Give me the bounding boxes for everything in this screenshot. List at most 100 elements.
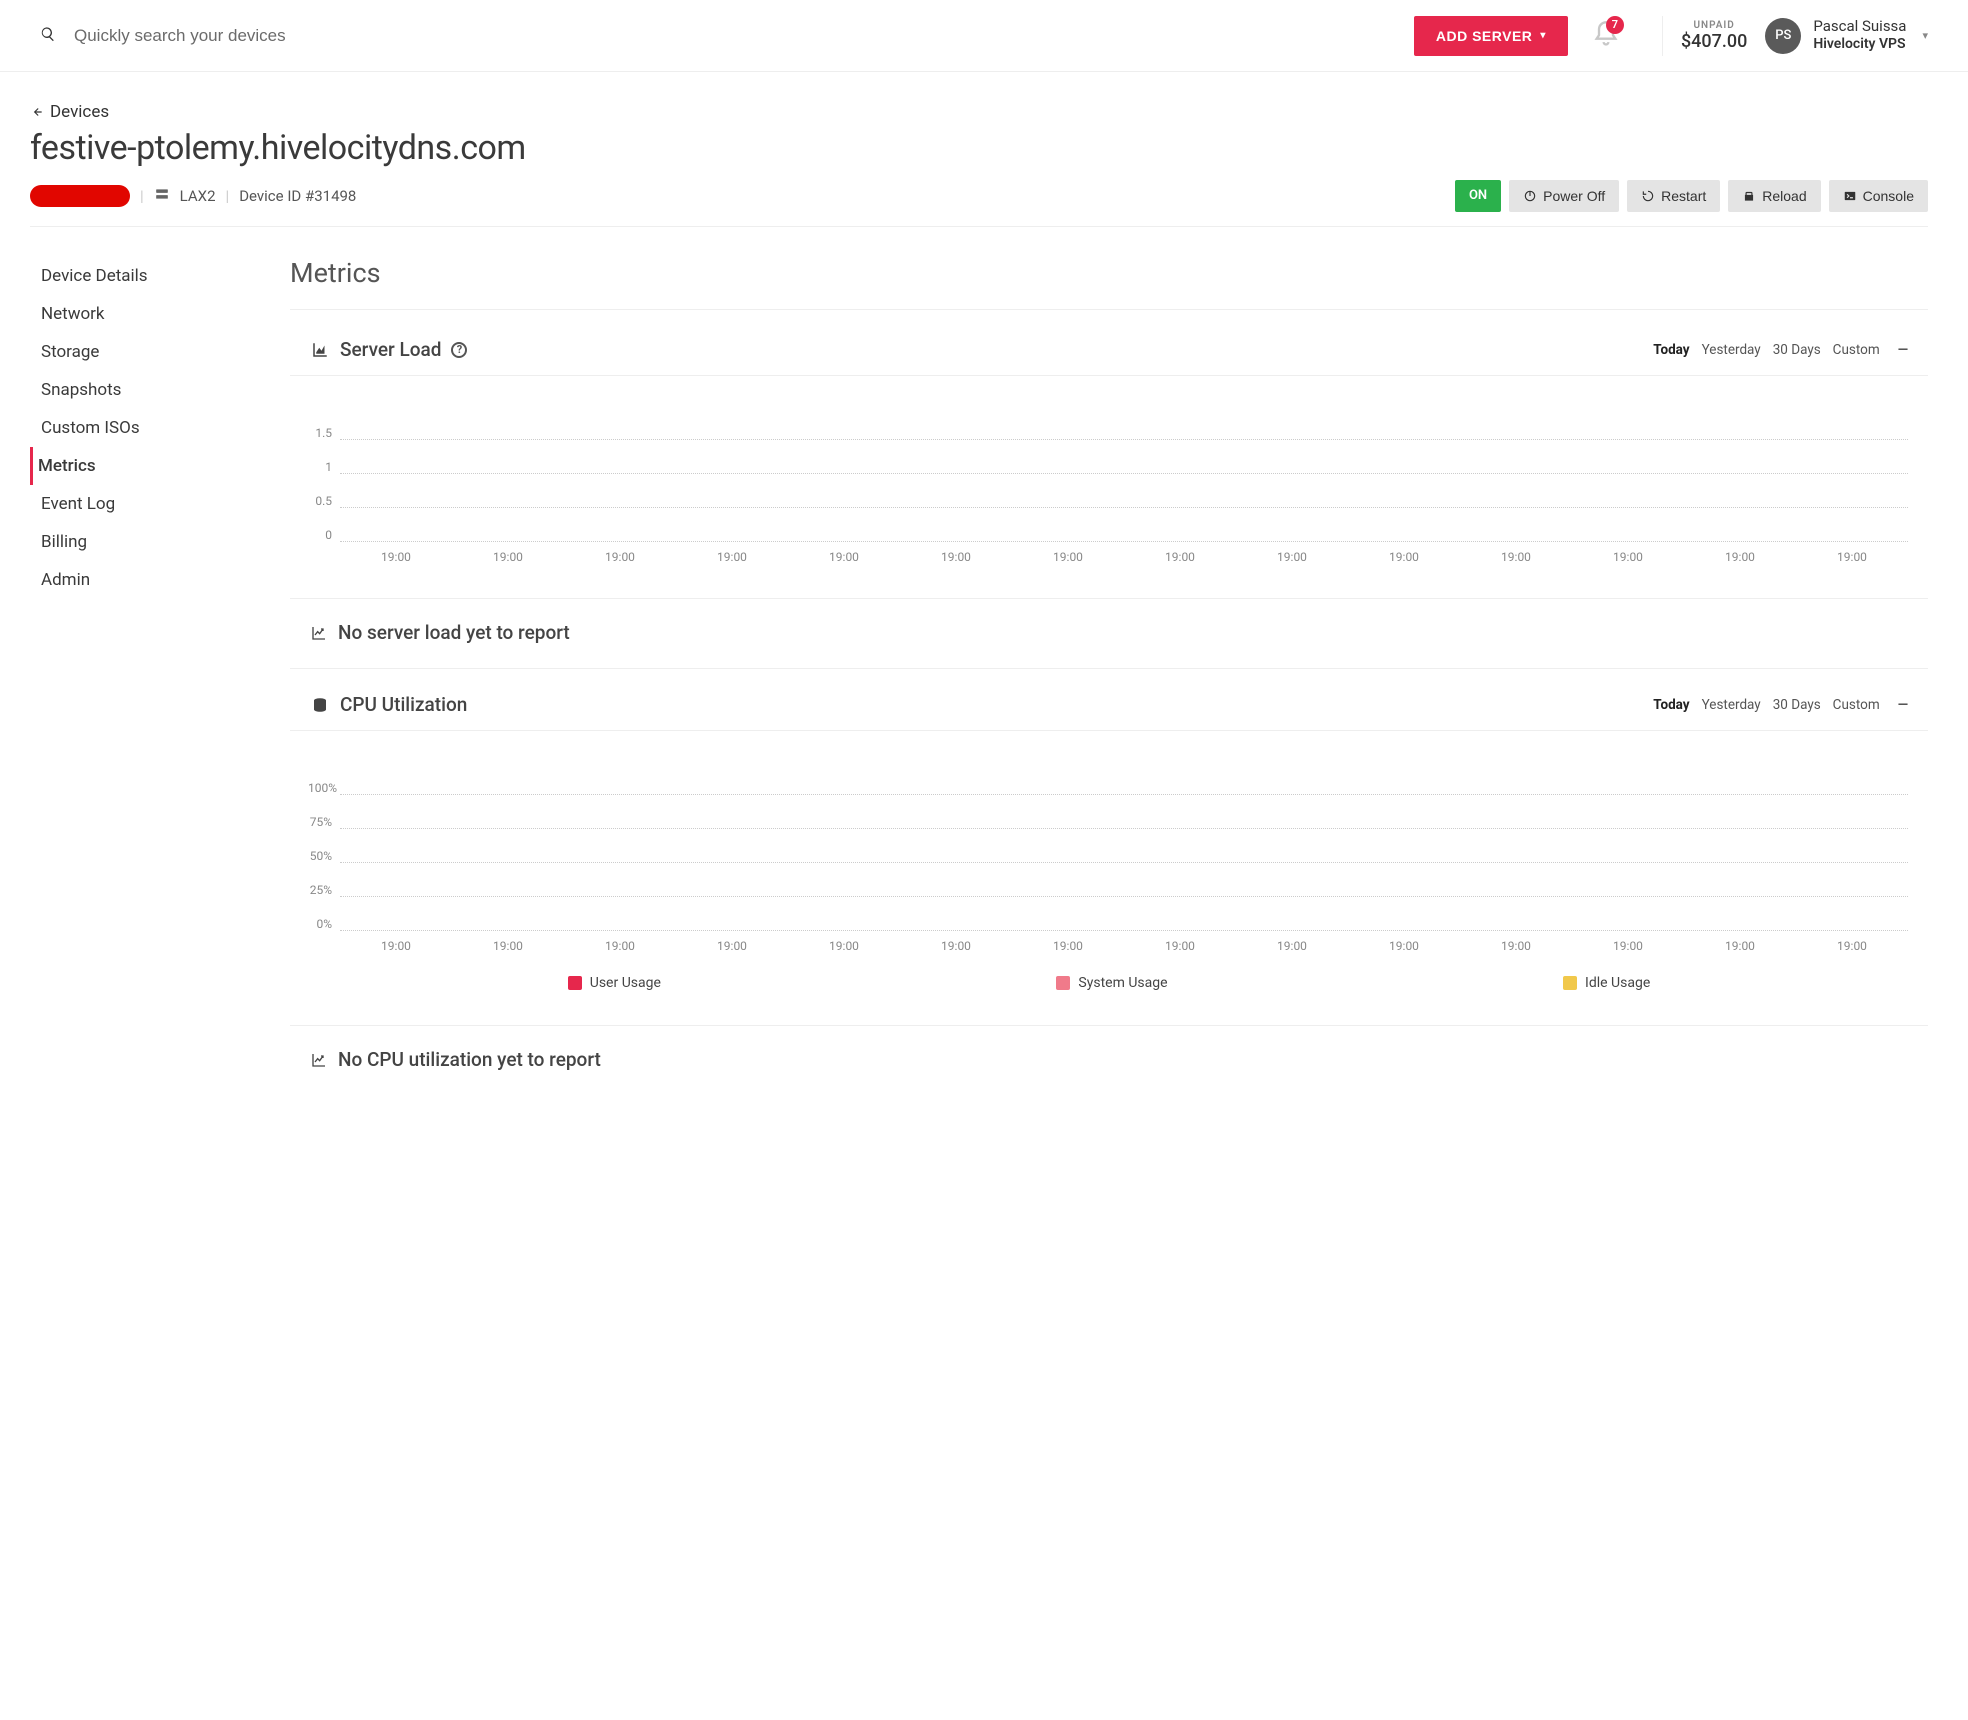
x-tick-label: 19:00 bbox=[1348, 939, 1460, 953]
range-tabs: Today Yesterday 30 Days Custom — bbox=[1653, 697, 1908, 713]
title-row: | LAX2 | Device ID #31498 ON Power Off R… bbox=[30, 180, 1928, 227]
console-button[interactable]: Console bbox=[1829, 180, 1928, 212]
no-data-cpu: No CPU utilization yet to report bbox=[290, 1026, 1928, 1081]
sidebar-item-network[interactable]: Network bbox=[30, 295, 250, 333]
restart-label: Restart bbox=[1661, 188, 1706, 204]
range-tab-today[interactable]: Today bbox=[1653, 342, 1689, 358]
collapse-icon[interactable]: — bbox=[1898, 342, 1908, 358]
metric-server-load: Server Load ? Today Yesterday 30 Days Cu… bbox=[290, 338, 1928, 599]
chart-server-load: 1.510.50 19:0019:0019:0019:0019:0019:001… bbox=[290, 376, 1928, 574]
sidebar-item-event-log[interactable]: Event Log bbox=[30, 485, 250, 523]
sidebar-item-metrics[interactable]: Metrics bbox=[30, 447, 250, 485]
x-tick-label: 19:00 bbox=[1012, 550, 1124, 564]
legend-item: Idle Usage bbox=[1563, 975, 1650, 991]
range-tab-today[interactable]: Today bbox=[1653, 697, 1689, 713]
y-tick-label: 0.5 bbox=[308, 494, 340, 508]
y-tick-label: 50% bbox=[308, 849, 340, 863]
range-tab-30days[interactable]: 30 Days bbox=[1773, 697, 1821, 713]
database-icon bbox=[310, 696, 330, 714]
x-tick-label: 19:00 bbox=[1572, 939, 1684, 953]
x-tick-label: 19:00 bbox=[788, 939, 900, 953]
sidebar-item-storage[interactable]: Storage bbox=[30, 333, 250, 371]
metric-header: CPU Utilization Today Yesterday 30 Days … bbox=[290, 669, 1928, 731]
metric-title-text: Server Load bbox=[340, 338, 441, 361]
breadcrumb-back[interactable]: Devices bbox=[30, 102, 1928, 122]
range-tab-custom[interactable]: Custom bbox=[1833, 342, 1880, 358]
x-tick-label: 19:00 bbox=[900, 939, 1012, 953]
add-server-button[interactable]: ADD SERVER ▾ bbox=[1414, 16, 1568, 56]
x-tick-label: 19:00 bbox=[340, 550, 452, 564]
no-data-text: No CPU utilization yet to report bbox=[338, 1048, 601, 1071]
y-tick-label: 75% bbox=[308, 815, 340, 829]
legend-swatch bbox=[1056, 976, 1070, 990]
no-data-server-load: No server load yet to report bbox=[290, 599, 1928, 669]
chart-legend: User Usage System Usage Idle Usage bbox=[310, 975, 1908, 991]
x-tick-label: 19:00 bbox=[340, 939, 452, 953]
no-data-text: No server load yet to report bbox=[338, 621, 570, 644]
power-off-label: Power Off bbox=[1543, 188, 1605, 204]
line-chart-icon bbox=[310, 625, 328, 641]
chart-gridline: 75% bbox=[340, 795, 1908, 829]
user-menu[interactable]: PS Pascal Suissa Hivelocity VPS ▾ bbox=[1765, 17, 1928, 53]
sidebar-item-snapshots[interactable]: Snapshots bbox=[30, 371, 250, 409]
add-server-label: ADD SERVER bbox=[1436, 28, 1533, 44]
x-tick-label: 19:00 bbox=[1236, 550, 1348, 564]
y-tick-label: 0% bbox=[308, 917, 340, 931]
sidebar-item-billing[interactable]: Billing bbox=[30, 523, 250, 561]
range-tab-custom[interactable]: Custom bbox=[1833, 697, 1880, 713]
legend-label: System Usage bbox=[1078, 975, 1167, 991]
sidebar: Device Details Network Storage Snapshots… bbox=[30, 257, 250, 1081]
range-tab-yesterday[interactable]: Yesterday bbox=[1702, 342, 1761, 358]
x-tick-label: 19:00 bbox=[452, 939, 564, 953]
chart-gridline: 0 bbox=[340, 508, 1908, 542]
restart-button[interactable]: Restart bbox=[1627, 180, 1720, 212]
y-tick-label: 1 bbox=[308, 460, 340, 474]
metric-title-text: CPU Utilization bbox=[340, 693, 467, 716]
unpaid-label: UNPAID bbox=[1681, 20, 1747, 31]
chart-gridline: 0.5 bbox=[340, 474, 1908, 508]
power-off-button[interactable]: Power Off bbox=[1509, 180, 1619, 212]
x-tick-label: 19:00 bbox=[1460, 550, 1572, 564]
chart-gridline: 100% bbox=[340, 761, 1908, 795]
notification-badge: 7 bbox=[1606, 16, 1624, 34]
device-location: LAX2 bbox=[180, 187, 216, 205]
x-tick-label: 19:00 bbox=[1572, 550, 1684, 564]
device-meta: | LAX2 | Device ID #31498 bbox=[30, 185, 356, 207]
search-icon[interactable] bbox=[40, 26, 56, 46]
device-title: festive-ptolemy.hivelocitydns.com bbox=[30, 128, 1928, 168]
legend-item: User Usage bbox=[568, 975, 661, 991]
chart-gridline: 1.5 bbox=[340, 406, 1908, 440]
search-wrap bbox=[40, 26, 1414, 46]
legend-swatch bbox=[568, 976, 582, 990]
device-tag-pill bbox=[30, 185, 130, 207]
x-tick-label: 19:00 bbox=[1124, 550, 1236, 564]
separator: | bbox=[226, 187, 230, 205]
server-icon bbox=[154, 187, 170, 205]
range-tab-yesterday[interactable]: Yesterday bbox=[1702, 697, 1761, 713]
range-tab-30days[interactable]: 30 Days bbox=[1773, 342, 1821, 358]
reload-label: Reload bbox=[1762, 188, 1806, 204]
unpaid-balance[interactable]: UNPAID $407.00 bbox=[1681, 20, 1747, 52]
divider bbox=[1662, 16, 1663, 56]
legend-label: Idle Usage bbox=[1585, 975, 1650, 991]
x-tick-label: 19:00 bbox=[676, 550, 788, 564]
x-tick-label: 19:00 bbox=[1796, 939, 1908, 953]
x-tick-label: 19:00 bbox=[788, 550, 900, 564]
reload-button[interactable]: Reload bbox=[1728, 180, 1820, 212]
metric-title: Server Load ? bbox=[310, 338, 467, 361]
notifications-button[interactable]: 7 bbox=[1592, 20, 1620, 52]
search-input[interactable] bbox=[74, 26, 474, 46]
sidebar-item-device-details[interactable]: Device Details bbox=[30, 257, 250, 295]
unpaid-amount: $407.00 bbox=[1681, 31, 1747, 52]
device-actions: ON Power Off Restart Reload Console bbox=[1455, 180, 1928, 212]
legend-swatch bbox=[1563, 976, 1577, 990]
metric-header: Server Load ? Today Yesterday 30 Days Cu… bbox=[290, 338, 1928, 376]
help-icon[interactable]: ? bbox=[451, 342, 467, 358]
x-tick-label: 19:00 bbox=[564, 550, 676, 564]
x-tick-label: 19:00 bbox=[1012, 939, 1124, 953]
sidebar-item-admin[interactable]: Admin bbox=[30, 561, 250, 599]
sidebar-item-custom-isos[interactable]: Custom ISOs bbox=[30, 409, 250, 447]
user-org: Hivelocity VPS bbox=[1813, 36, 1906, 54]
x-tick-label: 19:00 bbox=[564, 939, 676, 953]
collapse-icon[interactable]: — bbox=[1898, 697, 1908, 713]
